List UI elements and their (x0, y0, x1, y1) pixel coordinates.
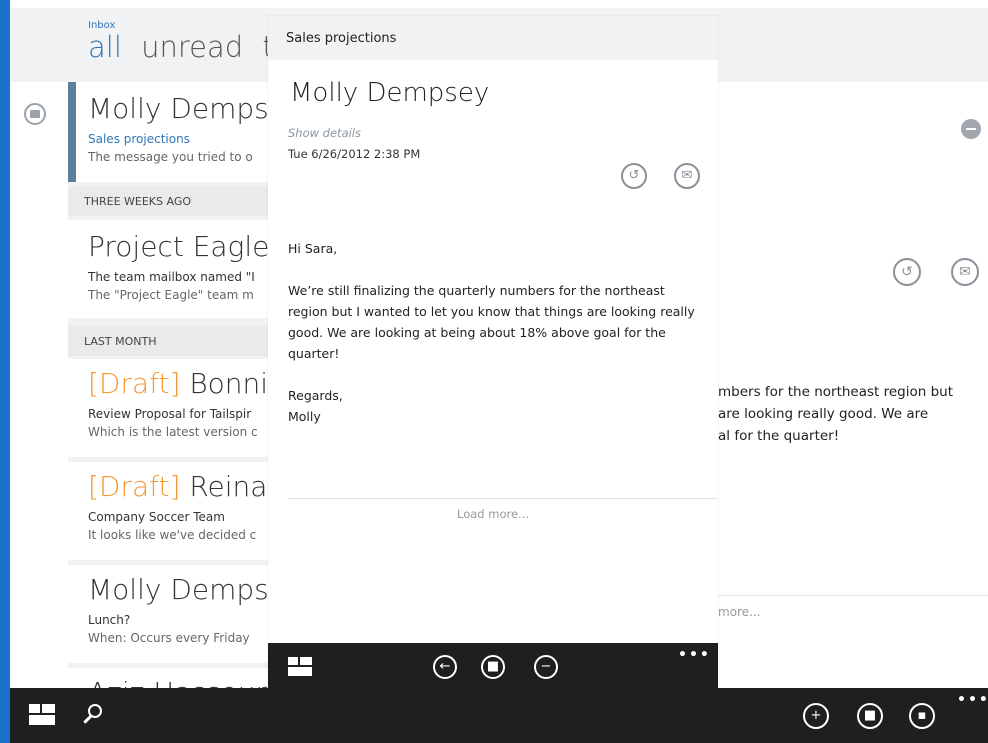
group-header: THREE WEEKS AGO (68, 186, 278, 216)
minus-icon[interactable]: − (534, 655, 558, 679)
message-subject: Company Soccer Team (88, 510, 225, 524)
body-line: are looking really good. We are (718, 406, 929, 422)
message-window: Sales projections Molly Dempsey Show det… (268, 16, 718, 688)
list-item[interactable]: Molly Demps Lunch? When: Occurs every Fr… (68, 565, 278, 663)
open-mail-icon[interactable]: ✉ (951, 258, 979, 286)
message-sender: [Draft] Reina (88, 470, 268, 503)
top-strip (10, 0, 988, 8)
trash-icon[interactable]: ■ (481, 655, 505, 679)
list-item[interactable]: Project Eagle The team mailbox named "I … (68, 220, 278, 318)
list-item[interactable]: [Draft] Reina Company Soccer Team It loo… (68, 462, 278, 560)
move-to-folder-icon[interactable]: ▪ (909, 703, 935, 729)
ellipsis-icon[interactable]: ••• (957, 692, 988, 708)
list-item[interactable]: Aziz Hassour (68, 668, 278, 688)
trash-icon[interactable]: ■ (857, 703, 883, 729)
message-subject: Sales projections (88, 132, 190, 146)
folder-gutter (10, 82, 68, 688)
reading-pane-body: mbers for the northeast region but are l… (718, 381, 988, 447)
greeting: Hi Sara, (288, 241, 338, 256)
message-sender: Project Eagle (88, 230, 270, 263)
window-edge (0, 0, 10, 743)
show-details-link[interactable]: Show details (288, 126, 361, 140)
search-icon[interactable] (82, 702, 104, 728)
pivot-all[interactable]: all (88, 30, 122, 64)
message-preview: When: Occurs every Friday (88, 631, 250, 645)
message-list: Molly Demps Sales projections The messag… (68, 82, 278, 688)
group-header: LAST MONTH (68, 326, 278, 356)
message-preview: It looks like we've decided c (88, 528, 257, 542)
app-bar: + ■ ▪ ••• (10, 688, 988, 743)
message-preview: Which is the latest version c (88, 425, 258, 439)
divider (718, 595, 988, 596)
message-subject: Review Proposal for Tailspir (88, 407, 252, 421)
message-subject: The team mailbox named "I (88, 270, 255, 284)
load-more-link[interactable]: more... (718, 605, 761, 619)
closing: Regards, (288, 388, 343, 403)
message-preview: The "Project Eagle" team m (88, 288, 254, 302)
divider (288, 498, 718, 499)
message-sender: Molly Demps (88, 573, 269, 606)
reading-pane-header (718, 8, 988, 82)
window-app-bar: ← ■ − ••• (268, 643, 718, 688)
signature: Molly (288, 409, 321, 424)
app-tiles-icon[interactable] (29, 704, 55, 726)
plus-icon[interactable]: + (803, 703, 829, 729)
reply-all-icon[interactable]: ↺ (621, 163, 647, 189)
ellipsis-icon[interactable]: ••• (678, 647, 711, 663)
message-date: Tue 6/26/2012 2:38 PM (288, 147, 421, 161)
message-body: Hi Sara, We’re still finalizing the quar… (288, 238, 698, 427)
app-tiles-icon[interactable] (288, 657, 312, 677)
message-sender: Molly Demps (88, 92, 269, 125)
message-preview: The message you tried to o (88, 150, 253, 164)
collapse-icon[interactable] (961, 119, 981, 139)
pivot-unread[interactable]: unread (141, 30, 243, 64)
body-line: al for the quarter! (718, 428, 840, 444)
list-item[interactable]: Molly Demps Sales projections The messag… (68, 82, 278, 182)
message-sender: [Draft] Bonnie (88, 367, 278, 400)
window-title: Sales projections (268, 16, 718, 60)
filter-pivots: all unread t (88, 30, 284, 64)
message-subject: Lunch? (88, 613, 131, 627)
open-mail-icon[interactable]: ✉ (674, 163, 700, 189)
body-line: mbers for the northeast region but (718, 384, 954, 400)
back-arrow-icon[interactable]: ← (433, 655, 457, 679)
message-sender: Aziz Hassour (88, 676, 278, 688)
reply-all-icon[interactable]: ↺ (893, 258, 921, 286)
body-paragraph: We’re still finalizing the quarterly num… (288, 283, 695, 361)
list-item[interactable]: [Draft] Bonnie Review Proposal for Tails… (68, 359, 278, 457)
load-more-link[interactable]: Load more... (268, 507, 718, 521)
sender-name: Molly Dempsey (290, 78, 490, 108)
folders-icon[interactable] (24, 103, 46, 125)
